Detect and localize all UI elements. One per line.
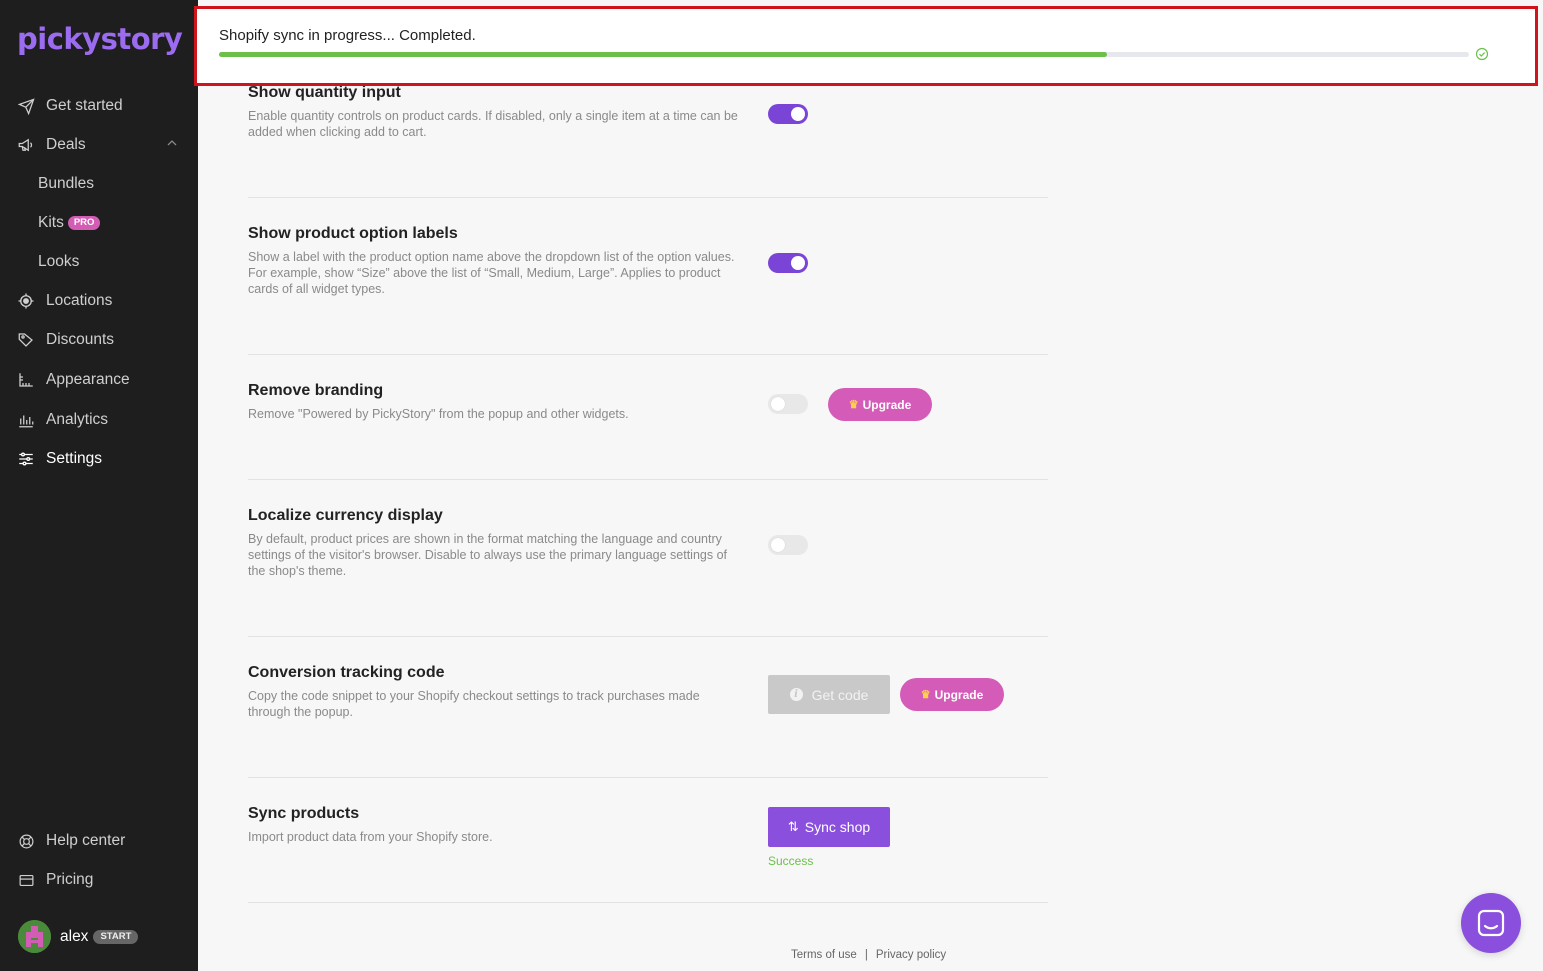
sidebar-item-label: Deals xyxy=(46,136,86,153)
toggle-knob xyxy=(771,397,785,411)
user-name: alex xyxy=(60,927,89,945)
target-icon xyxy=(16,291,36,311)
setting-description: Show a label with the product option nam… xyxy=(248,250,735,296)
remove-branding-toggle[interactable] xyxy=(768,394,808,414)
check-circle-icon xyxy=(1475,47,1489,61)
quantity-input-toggle[interactable] xyxy=(768,104,808,124)
divider xyxy=(248,354,1048,355)
sidebar-item-bundles[interactable]: Bundles xyxy=(38,172,94,196)
sidebar-item-looks[interactable]: Looks xyxy=(38,250,79,274)
divider xyxy=(248,636,1048,637)
sync-status: Success xyxy=(768,854,814,868)
sidebar-item-analytics[interactable]: Analytics xyxy=(16,408,108,432)
sidebar-item-label: Discounts xyxy=(46,331,115,348)
divider xyxy=(248,197,1048,198)
sidebar-item-get-started[interactable]: Get started xyxy=(16,94,123,118)
sidebar-item-label: Settings xyxy=(46,450,103,467)
info-icon: i xyxy=(789,688,803,701)
privacy-link[interactable]: Privacy policy xyxy=(876,949,946,961)
sync-shop-label: Sync shop xyxy=(804,819,871,835)
lifebuoy-icon xyxy=(16,831,36,851)
footer: Terms of use | Privacy policy xyxy=(791,949,946,961)
ruler-icon xyxy=(16,370,36,390)
setting-sync-products: Sync products Import product data from y… xyxy=(248,805,1048,845)
sidebar-item-appearance[interactable]: Appearance xyxy=(16,368,130,392)
sync-progress-banner: Shopify sync in progress... Completed. xyxy=(194,6,1538,86)
sidebar-item-label: Pricing xyxy=(46,871,94,888)
sync-progress-fill xyxy=(219,52,1107,57)
sidebar-item-kits[interactable]: Kits PRO xyxy=(38,211,101,235)
sidebar-item-discounts[interactable]: Discounts xyxy=(16,328,114,352)
sidebar-item-help-center[interactable]: Help center xyxy=(16,829,125,853)
setting-description: By default, product prices are shown in … xyxy=(248,532,728,578)
chat-launcher-button[interactable] xyxy=(1461,893,1521,953)
setting-product-option-labels: Show product option labels Show a label … xyxy=(248,225,1048,297)
sidebar-item-deals[interactable]: Deals xyxy=(16,133,86,157)
bar-chart-icon xyxy=(16,410,36,430)
sidebar-item-label: Help center xyxy=(46,832,126,849)
setting-title: Localize currency display xyxy=(248,507,443,524)
sidebar: pickystory Get started Deals Bundles Kit… xyxy=(0,0,198,971)
sliders-icon xyxy=(16,449,36,469)
sidebar-item-locations[interactable]: Locations xyxy=(16,289,112,313)
branding-upgrade-button[interactable]: ♛ Upgrade xyxy=(828,388,932,421)
avatar xyxy=(18,920,51,953)
sidebar-item-settings[interactable]: Settings xyxy=(16,447,102,471)
tracking-upgrade-button[interactable]: ♛ Upgrade xyxy=(900,678,1004,711)
setting-description: Import product data from your Shopify st… xyxy=(248,830,493,844)
get-code-button[interactable]: i Get code xyxy=(768,675,890,714)
megaphone-icon xyxy=(16,135,36,155)
sidebar-item-label: Kits xyxy=(38,214,64,231)
plan-badge: START xyxy=(93,929,139,944)
sidebar-item-label: Locations xyxy=(46,292,113,309)
crown-icon: ♛ xyxy=(920,689,931,701)
send-icon xyxy=(16,96,36,116)
toggle-knob xyxy=(771,538,785,552)
toggle-knob xyxy=(791,256,805,270)
credit-card-icon xyxy=(16,870,36,890)
setting-title: Show quantity input xyxy=(248,84,401,101)
sidebar-item-label: Bundles xyxy=(38,175,95,192)
setting-title: Sync products xyxy=(248,805,360,822)
sidebar-item-label: Appearance xyxy=(46,371,130,388)
crown-icon: ♛ xyxy=(848,399,859,411)
sync-progress-bar xyxy=(219,52,1469,57)
localize-currency-toggle[interactable] xyxy=(768,535,808,555)
chat-icon xyxy=(1477,909,1505,937)
divider xyxy=(248,902,1048,903)
brand-logo[interactable]: pickystory xyxy=(17,22,183,56)
setting-description: Copy the code snippet to your Shopify ch… xyxy=(248,689,700,719)
terms-link[interactable]: Terms of use xyxy=(791,949,857,961)
upgrade-label: Upgrade xyxy=(862,397,912,412)
get-code-label: Get code xyxy=(811,686,869,703)
sidebar-item-label: Looks xyxy=(38,253,80,270)
divider xyxy=(248,479,1048,480)
option-labels-toggle[interactable] xyxy=(768,253,808,273)
setting-description: Remove "Powered by PickyStory" from the … xyxy=(248,407,629,421)
sync-status-text: Shopify sync in progress... Completed. xyxy=(219,27,476,44)
upgrade-label: Upgrade xyxy=(934,687,984,702)
pro-badge: PRO xyxy=(67,216,101,230)
footer-separator: | xyxy=(864,949,868,961)
chevron-up-icon[interactable] xyxy=(166,137,178,149)
setting-localize-currency: Localize currency display By default, pr… xyxy=(248,507,1048,579)
sidebar-item-label: Analytics xyxy=(46,411,109,428)
setting-quantity-input: Show quantity input Enable quantity cont… xyxy=(248,84,1048,140)
toggle-knob xyxy=(791,107,805,121)
setting-title: Show product option labels xyxy=(248,225,458,242)
sync-shop-button[interactable]: ⇅ Sync shop xyxy=(768,807,890,847)
sync-arrows-icon: ⇅ xyxy=(787,819,799,834)
sidebar-item-label: Get started xyxy=(46,97,123,114)
setting-description: Enable quantity controls on product card… xyxy=(248,109,738,139)
sidebar-item-pricing[interactable]: Pricing xyxy=(16,868,93,892)
divider xyxy=(248,777,1048,778)
tag-icon xyxy=(16,330,36,350)
user-menu[interactable]: alex START xyxy=(18,920,139,953)
